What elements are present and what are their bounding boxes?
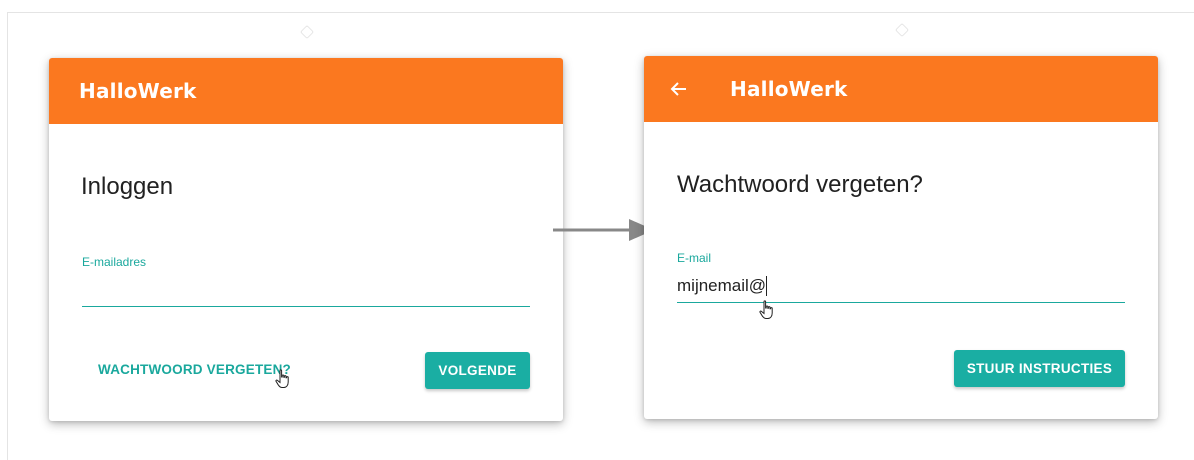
page-title: Inloggen bbox=[81, 173, 174, 200]
brand-title: HalloWerk bbox=[79, 79, 197, 103]
arrow-right-icon bbox=[553, 219, 654, 241]
email-field[interactable] bbox=[82, 280, 530, 304]
login-card: HalloWerk Inloggen E-mailadres WACHTWOOR… bbox=[49, 58, 563, 421]
email-field[interactable] bbox=[677, 274, 1125, 298]
text-caret bbox=[766, 276, 767, 296]
forgot-password-card: HalloWerk Wachtwoord vergeten? E-mail ST… bbox=[644, 56, 1158, 419]
brand-title: HalloWerk bbox=[730, 77, 848, 101]
page-title: Wachtwoord vergeten? bbox=[677, 171, 923, 198]
email-field-underline bbox=[677, 302, 1125, 303]
next-button[interactable]: VOLGENDE bbox=[425, 352, 530, 389]
send-instructions-button[interactable]: STUUR INSTRUCTIES bbox=[954, 350, 1125, 387]
email-field-label: E-mailadres bbox=[82, 255, 147, 269]
forgot-password-button[interactable]: WACHTWOORD VERGETEN? bbox=[98, 362, 291, 377]
hand-pointer-icon bbox=[275, 369, 289, 388]
hand-pointer-icon bbox=[759, 300, 773, 319]
email-field-underline bbox=[82, 306, 530, 307]
app-bar: HalloWerk bbox=[49, 58, 563, 124]
arrow-left-icon[interactable] bbox=[670, 80, 688, 98]
email-field-label: E-mail bbox=[677, 251, 712, 265]
app-bar: HalloWerk bbox=[644, 56, 1158, 122]
